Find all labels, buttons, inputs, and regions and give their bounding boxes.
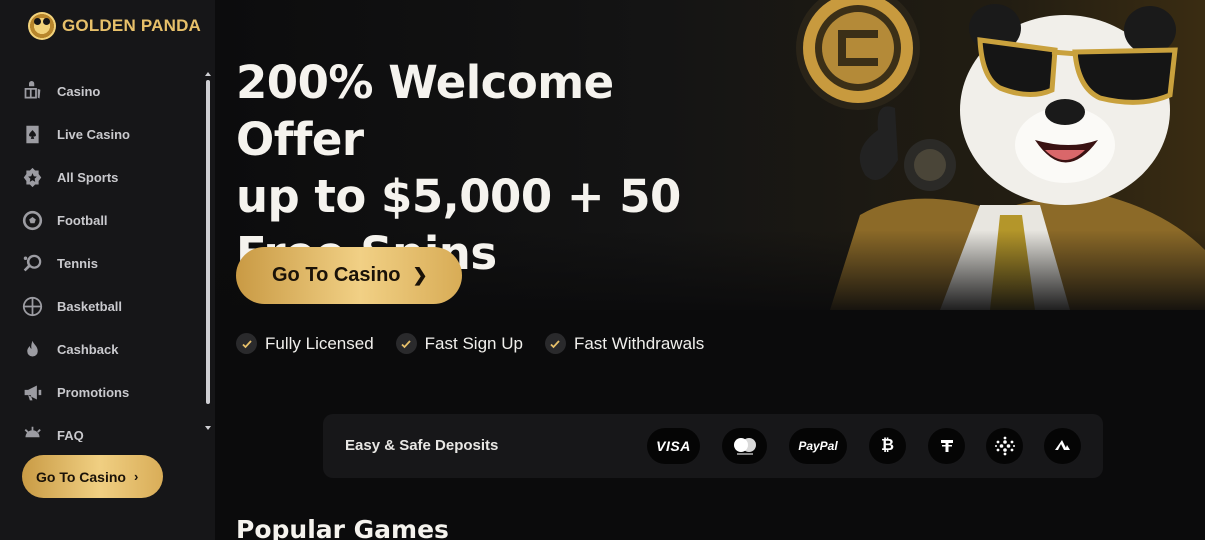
hero-go-to-casino-button[interactable]: Go To Casino ❯	[236, 247, 462, 304]
sidebar-item-casino[interactable]: Casino	[0, 70, 205, 113]
sidebar-item-label: Casino	[57, 84, 101, 99]
deposit-methods-bar: Easy & Safe Deposits VISA PayPal ₿	[323, 414, 1103, 478]
hero-title-line: 200% Welcome Offer	[236, 56, 614, 166]
tennis-racket-icon	[21, 253, 43, 275]
sidebar-go-to-casino-button[interactable]: Go To Casino ›	[22, 455, 163, 498]
scrollbar-thumb[interactable]	[206, 80, 210, 404]
sidebar-item-label: Live Casino	[57, 127, 130, 142]
feature-label: Fast Withdrawals	[573, 333, 705, 353]
sidebar-item-all-sports[interactable]: All Sports	[0, 156, 205, 199]
sidebar-item-basketball[interactable]: Basketball	[0, 285, 205, 328]
sidebar-item-label: Football	[57, 213, 108, 228]
chevron-right-icon: ›	[133, 469, 139, 484]
feature-label: Fast Sign Up	[424, 333, 523, 353]
checkmark-icon	[395, 333, 417, 354]
checkmark-icon	[544, 333, 566, 354]
brand-name: GOLDEN PANDA	[62, 16, 202, 35]
popular-games-heading: Popular Games	[236, 515, 449, 540]
sidebar: GOLDEN PANDA Casino Live Casino All Spor…	[0, 0, 215, 540]
sidebar-nav: Casino Live Casino All Sports Football T…	[0, 70, 205, 442]
sports-badge-icon	[21, 167, 43, 189]
sidebar-item-live-casino[interactable]: Live Casino	[0, 113, 205, 156]
panda-coin-logo-icon	[28, 12, 56, 40]
sidebar-item-promotions[interactable]: Promotions	[0, 371, 205, 414]
feature-item: Fast Withdrawals	[544, 333, 705, 354]
basketball-icon	[21, 296, 43, 318]
feature-label: Fully Licensed	[265, 333, 374, 353]
flame-icon	[21, 339, 43, 361]
sidebar-item-cashback[interactable]: Cashback	[0, 328, 205, 371]
sidebar-item-tennis[interactable]: Tennis	[0, 242, 205, 285]
feature-list: Fully Licensed Fast Sign Up Fast Withdra…	[236, 333, 704, 354]
tether-icon	[928, 428, 965, 464]
paypal-icon: PayPal	[789, 428, 847, 464]
sidebar-item-label: Cashback	[57, 342, 119, 357]
avalanche-icon	[1044, 428, 1081, 464]
brand-logo[interactable]: GOLDEN PANDA	[28, 10, 201, 42]
visa-icon: VISA	[647, 428, 700, 464]
sidebar-cta-label: Go To Casino	[36, 468, 126, 485]
feature-item: Fast Sign Up	[395, 333, 523, 354]
chevron-right-icon: ❯	[412, 265, 428, 285]
feature-item: Fully Licensed	[236, 333, 374, 354]
checkmark-icon	[236, 333, 257, 354]
casino-icon	[21, 81, 43, 103]
scroll-down-arrow-icon[interactable]	[205, 426, 211, 430]
sidebar-item-label: Promotions	[57, 385, 130, 400]
sidebar-item-label: FAQ	[57, 428, 84, 442]
sidebar-item-faq[interactable]: FAQ	[0, 414, 205, 442]
sidebar-item-label: All Sports	[57, 170, 119, 185]
scroll-up-arrow-icon[interactable]	[205, 72, 211, 76]
sun-icon	[21, 425, 43, 443]
deposits-label: Easy & Safe Deposits	[345, 437, 499, 454]
cardano-icon	[986, 428, 1023, 464]
playing-card-icon	[21, 124, 43, 146]
sidebar-item-label: Basketball	[57, 299, 123, 314]
sidebar-item-football[interactable]: Football	[0, 199, 205, 242]
hero-cta-label: Go To Casino	[272, 264, 401, 286]
bitcoin-icon: ₿	[869, 428, 906, 464]
hero-title-line: up to $5,000 + 50	[236, 170, 681, 223]
football-icon	[21, 210, 43, 232]
sidebar-item-label: Tennis	[57, 256, 98, 271]
megaphone-icon	[21, 382, 43, 404]
mastercard-icon	[722, 428, 767, 464]
sidebar-scrollbar[interactable]	[205, 70, 211, 442]
main-content: 200% Welcome Offer up to $5,000 + 50 Fre…	[215, 0, 1205, 540]
